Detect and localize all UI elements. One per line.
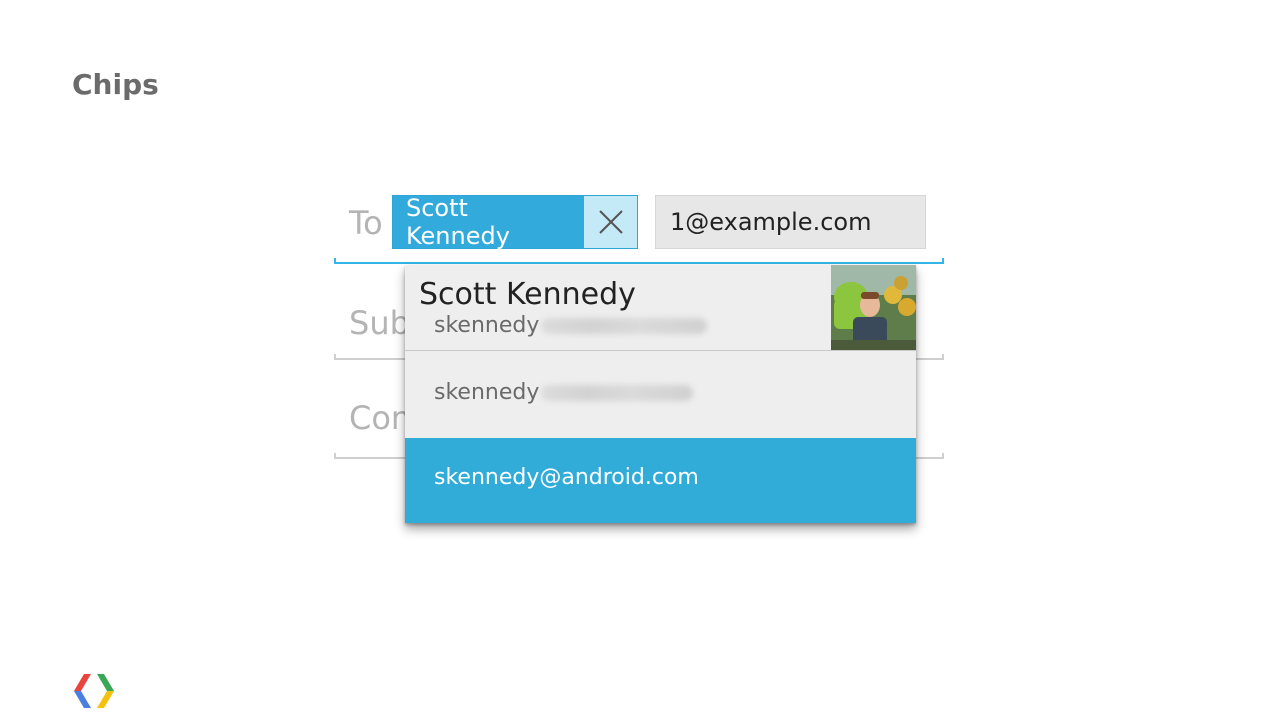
suggestion-name: Scott Kennedy [419,277,636,312]
to-underline [334,258,944,264]
google-developers-logo [74,674,114,708]
to-field[interactable]: To Scott Kennedy 1@example.com [334,186,944,266]
suggestion-email: skennedy [434,313,708,338]
slide-title: Chips [72,68,159,101]
chip-close-button[interactable] [584,196,637,248]
suggestion-item-selected[interactable]: skennedy@android.com [405,438,916,523]
redacted-email-domain [541,318,708,334]
avatar [831,265,916,350]
close-icon [598,210,623,234]
recipient-chip[interactable]: Scott Kennedy [392,194,638,250]
pending-recipient-input[interactable]: 1@example.com [655,195,926,249]
suggestion-item[interactable]: skennedy [405,352,916,438]
recipient-chip-name[interactable]: Scott Kennedy [393,194,584,250]
to-label: To [349,204,383,242]
suggestion-item[interactable]: Scott Kennedy skennedy [405,265,916,351]
suggestion-email: skennedy [434,380,694,405]
redacted-email-domain [541,385,694,401]
suggestion-dropdown: Scott Kennedy skennedy skennedy skennedy… [405,265,916,523]
suggestion-email: skennedy@android.com [434,465,699,490]
